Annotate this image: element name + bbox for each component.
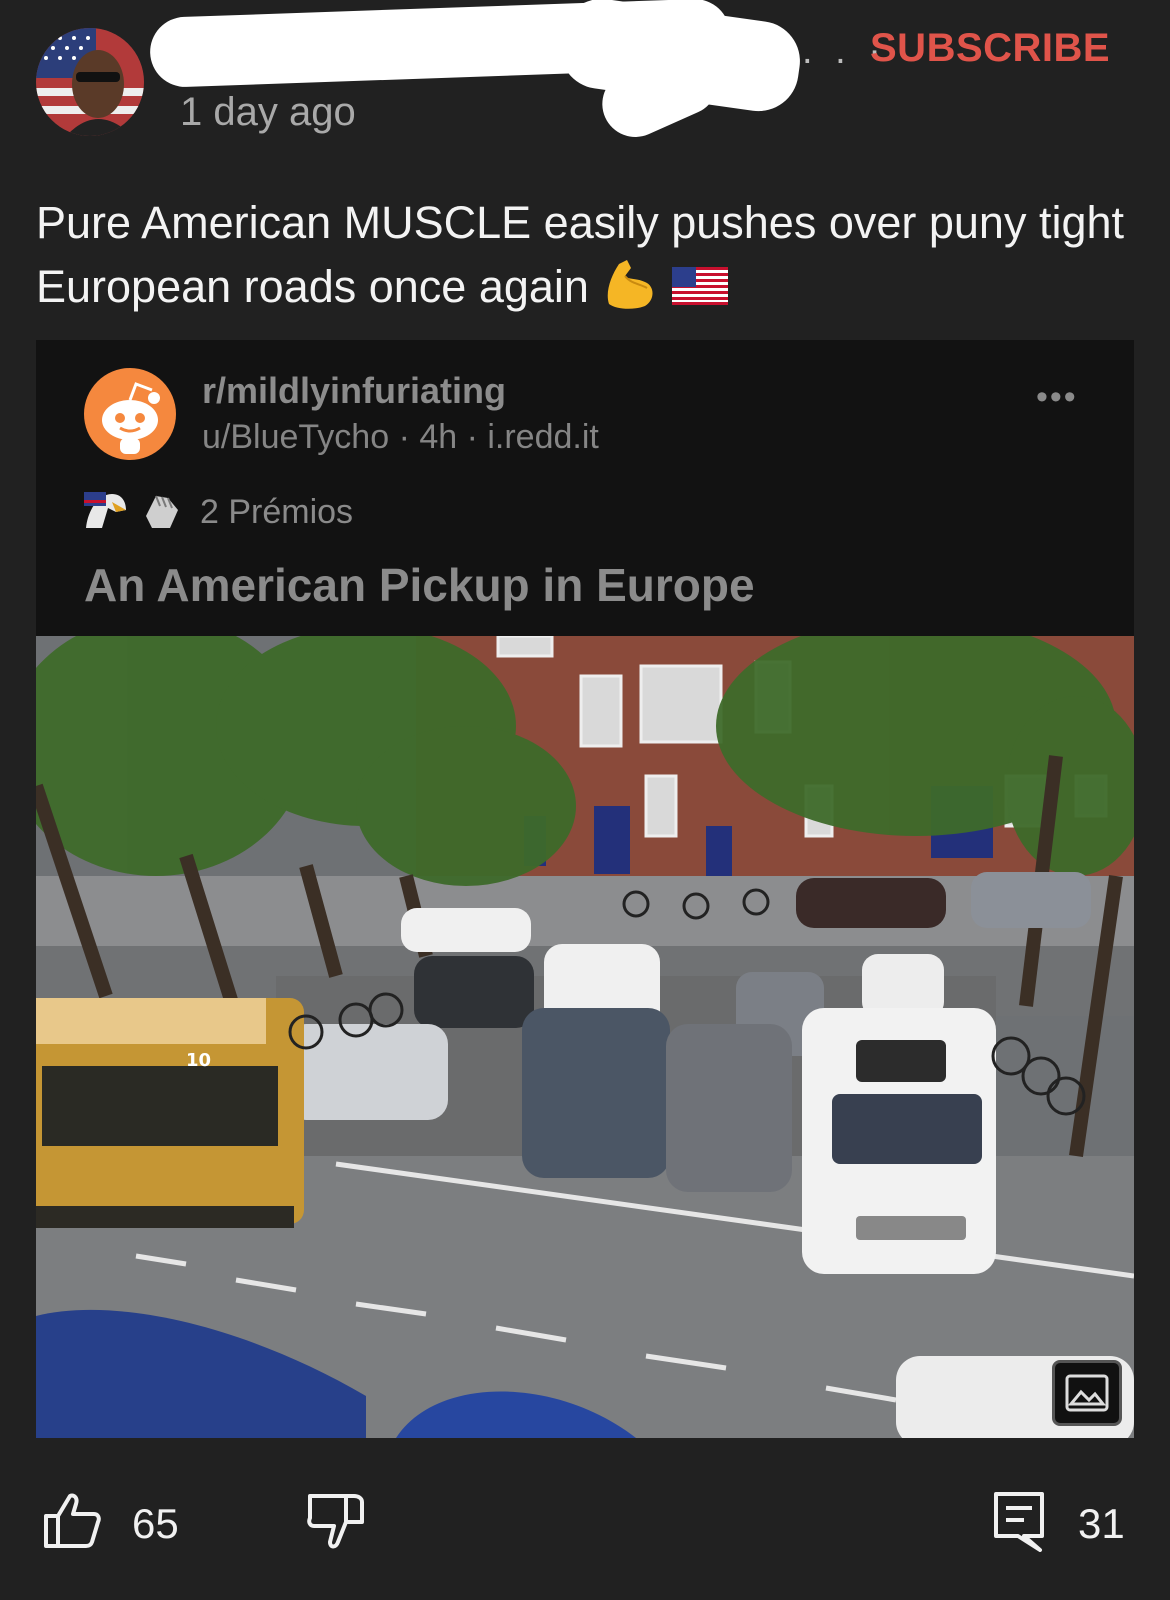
fist-award-icon (138, 488, 184, 537)
post-text: Pure American MUSCLE easily pushes over … (36, 197, 1125, 312)
comment-icon[interactable] (992, 1490, 1046, 1552)
action-bar: 65 31 (0, 1490, 1170, 1570)
awards-count: 2 Prémios (200, 492, 354, 531)
like-count: 65 (132, 1500, 179, 1547)
embedded-post-title: An American Pickup in Europe (84, 559, 755, 611)
embedded-reddit-post[interactable]: r/mildlyinfuriating u/BlueTycho · 4h · i… (36, 340, 1134, 1438)
awards-row: 2 Prémios (82, 490, 353, 534)
post-meta: u/BlueTycho · 4h · i.redd.it (202, 418, 599, 456)
channel-avatar[interactable] (36, 28, 144, 136)
post-timestamp: 1 day ago (180, 90, 356, 134)
us-flag-icon (671, 259, 728, 321)
image-icon[interactable] (1052, 1360, 1122, 1426)
flexed-biceps-icon (601, 254, 659, 326)
more-options-icon[interactable]: ••• (1036, 378, 1078, 417)
post-body: Pure American MUSCLE easily pushes over … (36, 192, 1136, 326)
subscribe-button[interactable]: SUBSCRIBE (870, 26, 1110, 71)
tram-number: 10 (186, 1050, 211, 1071)
reddit-logo-icon (84, 368, 176, 460)
thumbs-down-icon[interactable] (306, 1492, 366, 1552)
post-photo[interactable]: 10 (36, 636, 1134, 1438)
comment-count: 31 (1078, 1500, 1125, 1547)
eagle-award-icon (82, 488, 128, 537)
subreddit-name[interactable]: r/mildlyinfuriating (202, 370, 506, 412)
thumbs-up-icon[interactable] (42, 1490, 102, 1550)
